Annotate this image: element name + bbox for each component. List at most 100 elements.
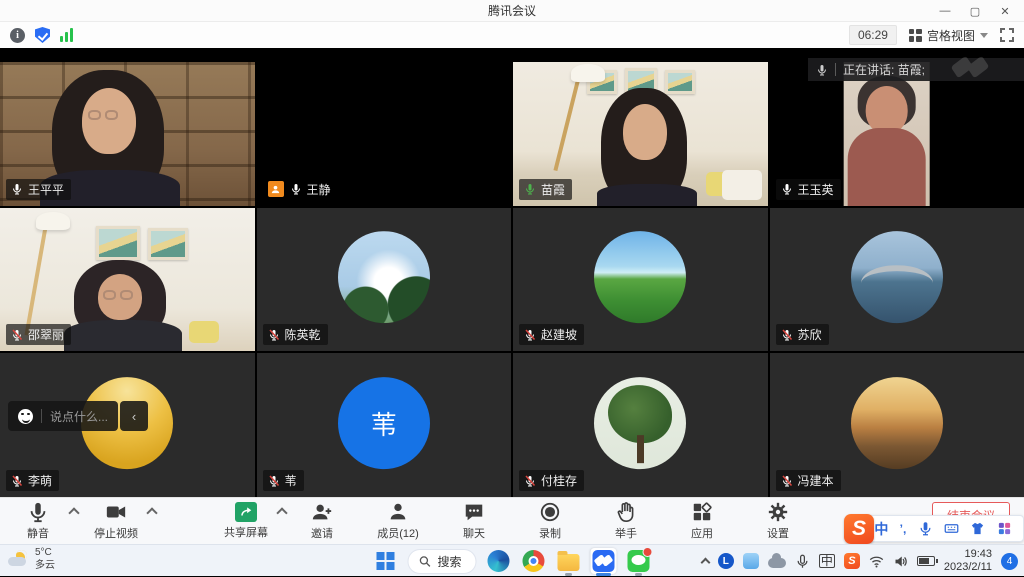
participant-name: 苇 [285, 472, 297, 489]
chat-button[interactable]: 聊天 [448, 501, 500, 541]
participant-name: 陈英乾 [285, 326, 321, 343]
participant-avatar [594, 232, 686, 324]
divider [41, 409, 42, 423]
view-mode-selector[interactable]: 宫格视图 [909, 27, 988, 44]
chat-icon [463, 501, 485, 523]
ime-punctuation-indicator[interactable]: ’, [900, 522, 907, 536]
settings-button[interactable]: 设置 [752, 501, 804, 541]
participant-tile[interactable]: 王玉英 [770, 62, 1024, 206]
meeting-watermark-logo [954, 59, 998, 79]
invite-button[interactable]: 邀请 [296, 501, 348, 541]
window-title: 腾讯会议 [488, 2, 536, 19]
participant-tile[interactable]: 王静 [257, 62, 512, 206]
participant-avatar [851, 232, 943, 324]
chat-label: 聊天 [463, 525, 485, 541]
ime-skin-icon[interactable] [970, 521, 985, 536]
participant-name-pill: 王静 [263, 179, 338, 200]
volume-icon[interactable] [893, 554, 908, 569]
chevron-up-icon[interactable] [146, 507, 157, 518]
meeting-toolbar: 静音 停止视频 共享屏幕 邀请 成员 [0, 497, 1024, 544]
wechat-icon[interactable] [626, 548, 652, 574]
participant-tile-speaking[interactable]: 苗霞 [513, 62, 768, 206]
members-button[interactable]: 成员(12) [372, 501, 424, 541]
file-explorer-icon[interactable] [556, 548, 582, 574]
tray-lenovo-icon[interactable]: L [718, 553, 734, 569]
taskbar-search[interactable]: 搜索 [407, 549, 476, 574]
network-signal-icon[interactable] [60, 28, 73, 42]
apps-button[interactable]: 应用 [676, 501, 728, 541]
mic-on-icon [781, 183, 793, 195]
participant-avatar [851, 377, 943, 469]
tray-expand-icon[interactable] [700, 558, 710, 568]
participant-tile[interactable]: 冯建本 [770, 353, 1024, 497]
chevron-up-icon[interactable] [276, 507, 287, 518]
mic-icon [816, 64, 828, 76]
chat-placeholder: 说点什么... [50, 408, 108, 425]
raise-hand-button[interactable]: 举手 [600, 501, 652, 541]
share-screen-button[interactable]: 共享屏幕 [220, 501, 272, 541]
stop-video-button[interactable]: 停止视频 [90, 501, 142, 541]
ime-language-indicator[interactable]: 中 [874, 519, 888, 539]
mic-muted-icon [524, 329, 536, 341]
window-controls: — ▢ ✕ [930, 0, 1020, 22]
meeting-info-icon[interactable]: i [10, 28, 25, 43]
mic-muted-icon [524, 475, 536, 487]
share-screen-label: 共享屏幕 [224, 524, 268, 540]
participant-name: 李萌 [28, 472, 52, 489]
windows-taskbar: 5°C 多云 搜索 L 中 S [0, 544, 1024, 576]
onedrive-cloud-icon[interactable] [768, 558, 786, 568]
raise-hand-icon [615, 501, 637, 523]
ime-toolbar[interactable]: 中 ’, [862, 515, 1024, 542]
title-bar: 腾讯会议 — ▢ ✕ [0, 0, 1024, 22]
security-shield-icon[interactable] [35, 27, 50, 43]
gear-icon [767, 501, 789, 523]
start-button[interactable] [372, 548, 398, 574]
apps-icon [691, 501, 713, 523]
minimize-button[interactable]: — [930, 0, 960, 22]
search-icon [418, 555, 431, 568]
tray-app-icon[interactable] [743, 553, 759, 569]
settings-label: 设置 [767, 525, 789, 541]
close-button[interactable]: ✕ [990, 0, 1020, 22]
participant-tile[interactable]: 付桂存 [513, 353, 768, 497]
taskbar-clock[interactable]: 19:43 2023/2/11 [944, 548, 992, 574]
chevron-up-icon[interactable] [68, 507, 79, 518]
mic-muted-icon [11, 329, 23, 341]
divider [835, 63, 836, 76]
invite-label: 邀请 [311, 525, 333, 541]
members-icon [387, 501, 409, 523]
participant-tile[interactable]: 说点什么... ‹ 李萌 [0, 353, 255, 497]
sogou-ime-logo[interactable]: S [844, 514, 874, 544]
chat-collapse-button[interactable]: ‹ [120, 401, 148, 431]
notification-badge[interactable]: 4 [1001, 553, 1018, 570]
maximize-button[interactable]: ▢ [960, 0, 990, 22]
quick-chat-input[interactable]: 说点什么... [8, 401, 118, 431]
participant-tile[interactable]: 赵建坡 [513, 208, 768, 352]
participant-tile[interactable]: 邵翠丽 [0, 208, 255, 352]
taskbar-weather-widget[interactable]: 5°C 多云 [8, 547, 55, 572]
battery-icon[interactable] [917, 556, 935, 566]
mic-muted-icon [11, 475, 23, 487]
mute-button[interactable]: 静音 [12, 501, 64, 541]
tencent-meeting-taskbar-icon[interactable] [591, 548, 617, 574]
ime-keyboard-icon[interactable] [944, 521, 959, 536]
speaking-text: 正在讲话: 苗霞; [843, 61, 925, 78]
ime-language-tray[interactable]: 中 [819, 554, 835, 568]
ime-toolbox-icon[interactable] [997, 521, 1012, 536]
tray-mic-icon[interactable] [795, 554, 810, 569]
participant-tile[interactable]: 苇 苇 [257, 353, 512, 497]
participant-tile[interactable]: 王平平 [0, 62, 255, 206]
chrome-browser-icon[interactable] [521, 548, 547, 574]
record-button[interactable]: 录制 [524, 501, 576, 541]
participant-tile[interactable]: 苏欣 [770, 208, 1024, 352]
ime-voice-icon[interactable] [918, 521, 933, 536]
participant-tile[interactable]: 陈英乾 [257, 208, 512, 352]
sogou-tray-icon[interactable]: S [844, 553, 860, 569]
mic-on-icon [290, 183, 302, 195]
participant-avatar [594, 377, 686, 469]
emoji-icon[interactable] [18, 409, 33, 424]
edge-browser-icon[interactable] [486, 548, 512, 574]
mic-muted-icon [268, 475, 280, 487]
fullscreen-icon[interactable] [1000, 28, 1014, 42]
wifi-icon[interactable] [869, 554, 884, 569]
